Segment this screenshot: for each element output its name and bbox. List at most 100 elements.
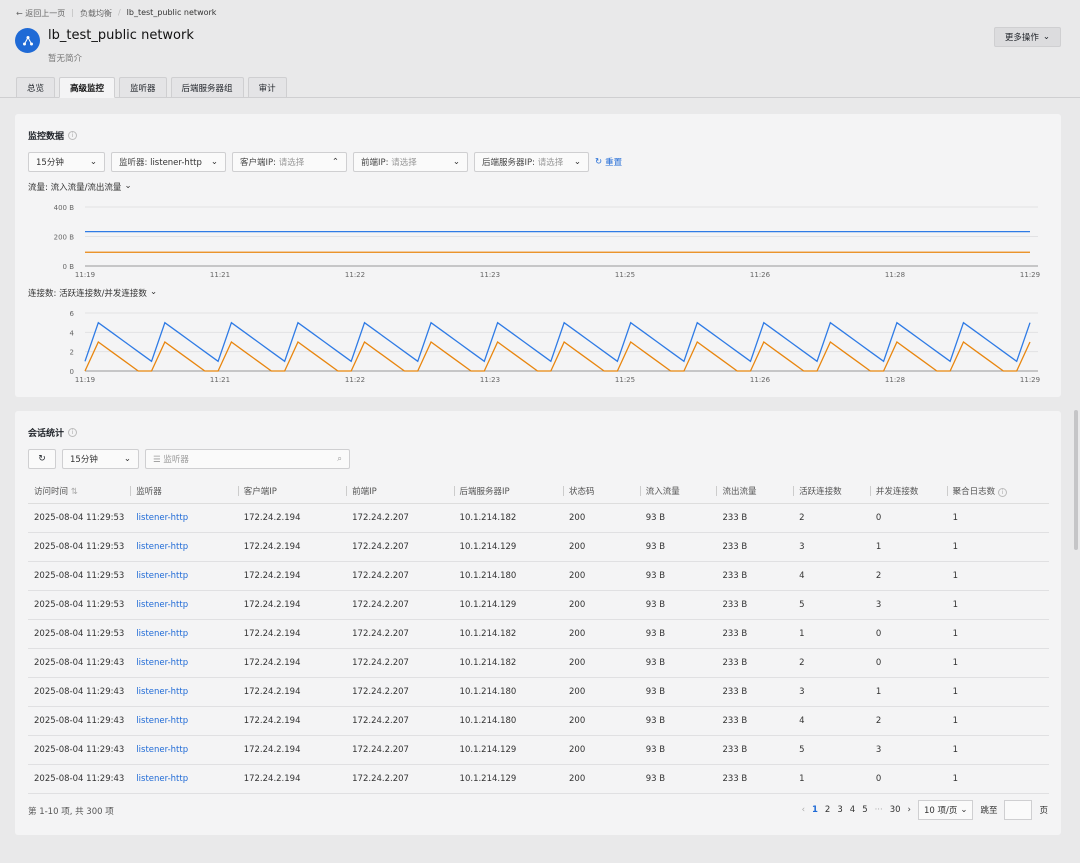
table-cell: 233 B [716, 561, 794, 591]
table-cell: 2025-08-04 11:29:43 [28, 677, 131, 707]
table-cell: 172.24.2.207 [346, 561, 454, 591]
table-cell: 200 [563, 706, 640, 736]
table-cell: 2025-08-04 11:29:53 [28, 619, 131, 649]
listener-link[interactable]: listener-http [130, 532, 238, 562]
table-cell: 10.1.214.129 [453, 764, 563, 794]
page-ellipsis[interactable]: ··· [875, 805, 883, 815]
table-cell: 10.1.214.182 [453, 648, 563, 678]
listener-search-input[interactable]: ☰ 监听器 ⌕ [145, 449, 350, 469]
listener-link[interactable]: listener-http [130, 619, 238, 649]
listener-link[interactable]: listener-http [130, 677, 238, 707]
table-cell: 10.1.214.180 [453, 677, 563, 707]
page-number[interactable]: 2 [825, 805, 830, 815]
table-cell: 200 [563, 619, 640, 649]
table-cell: 1 [946, 706, 1049, 736]
x-tick-label: 11:19 [75, 376, 95, 384]
table-cell: 200 [563, 561, 640, 591]
table-row: 2025-08-04 11:29:43 listener-http 172.24.2… [28, 677, 1049, 707]
page-number[interactable]: 30 [890, 805, 901, 815]
info-icon[interactable]: i [68, 428, 78, 437]
breadcrumb-parent[interactable]: 负载均衡 [80, 8, 112, 19]
x-tick-label: 11:28 [885, 271, 905, 279]
sort-icon[interactable]: ⇅ [68, 487, 78, 497]
table-cell: 172.24.2.194 [237, 503, 347, 533]
column-header[interactable]: 访问时间 ⇅ [28, 479, 131, 504]
jump-page-input[interactable] [1004, 800, 1033, 820]
reset-button[interactable]: ↻ 重置 [595, 156, 622, 168]
page-number[interactable]: 4 [850, 805, 855, 815]
time-range-select[interactable]: 15分钟 ⌄ [28, 152, 105, 172]
table-row: 2025-08-04 11:29:43 listener-http 172.24.2… [28, 735, 1049, 765]
page-number[interactable]: 5 [862, 805, 867, 815]
tab-audit[interactable]: 审计 [247, 77, 287, 98]
table-row: 2025-08-04 11:29:53 listener-http 172.24.2… [28, 503, 1049, 533]
table-cell: 233 B [716, 590, 794, 620]
x-tick-label: 11:29 [1020, 271, 1040, 279]
page-number[interactable]: 1 [812, 805, 818, 815]
listener-link[interactable]: listener-http [130, 764, 238, 794]
tab-overview[interactable]: 总览 [16, 77, 56, 98]
table-cell: 172.24.2.207 [346, 648, 454, 678]
total-count: 第 1-10 项, 共 300 项 [28, 807, 114, 817]
table-cell: 2025-08-04 11:29:43 [28, 648, 131, 678]
page-scrollbar[interactable] [1074, 410, 1078, 550]
tab-backend-groups[interactable]: 后端服务器组 [170, 77, 244, 98]
session-time-select[interactable]: 15分钟 ⌄ [62, 449, 139, 469]
table-cell: 1 [946, 561, 1049, 591]
table-row: 2025-08-04 11:29:53 listener-http 172.24.2… [28, 590, 1049, 620]
listener-link[interactable]: listener-http [130, 648, 238, 678]
table-cell: 172.24.2.207 [346, 735, 454, 765]
y-tick-label: 6 [70, 310, 75, 318]
column-header: 后端服务器IP [453, 479, 563, 504]
table-cell: 1 [869, 532, 947, 562]
connection-chart: 0 2 4 6 11:19 11:21 11:22 11:23 11:25 11:26 11:28 1… [70, 310, 1041, 384]
info-icon[interactable]: i [68, 131, 78, 140]
next-page-icon[interactable]: › [908, 805, 911, 815]
table-cell: 10.1.214.129 [453, 735, 563, 765]
chevron-down-icon: ⌄ [1042, 32, 1050, 42]
table-cell: 172.24.2.207 [346, 590, 454, 620]
prev-page-icon[interactable]: ‹ [802, 805, 805, 815]
column-header: 监听器 [130, 479, 238, 504]
table-cell: 172.24.2.207 [346, 619, 454, 649]
y-tick-label: 0 [70, 368, 74, 376]
table-cell: 10.1.214.182 [453, 503, 563, 533]
listener-link[interactable]: listener-http [130, 735, 238, 765]
table-cell: 0 [869, 503, 947, 533]
refresh-button[interactable]: ↻ [28, 449, 56, 469]
page-size-select[interactable]: 10 项/页 ⌄ [917, 800, 974, 820]
page-number[interactable]: 3 [837, 805, 842, 815]
x-tick-label: 11:22 [345, 271, 365, 279]
search-icon[interactable]: ⌕ [337, 454, 342, 464]
breadcrumb: ← 返回上一页 | 负载均衡 / lb_test_public network [16, 8, 217, 19]
table-cell: 172.24.2.194 [237, 706, 347, 736]
refresh-icon: ↻ [38, 454, 46, 464]
listener-link[interactable]: listener-http [130, 503, 238, 533]
info-icon[interactable]: i [998, 487, 1008, 497]
tab-advanced-monitor[interactable]: 高级监控 [59, 77, 116, 98]
more-actions-button[interactable]: 更多操作 ⌄ [993, 27, 1061, 47]
table-cell: 1 [946, 619, 1049, 649]
client-ip-select[interactable]: 客户端IP: 请选择 ⌃ [232, 152, 347, 172]
connection-metric-select[interactable]: 连接数: 活跃连接数/并发连接数 ⌄ [28, 287, 157, 299]
jump-label: 跳至 [980, 806, 998, 816]
breadcrumb-current: lb_test_public network [126, 8, 217, 17]
table-cell: 93 B [639, 735, 717, 765]
listener-link[interactable]: listener-http [130, 706, 238, 736]
tab-listeners[interactable]: 监听器 [119, 77, 167, 98]
table-cell: 233 B [716, 503, 794, 533]
table-row: 2025-08-04 11:29:53 listener-http 172.24.2… [28, 532, 1049, 562]
x-tick-label: 11:19 [75, 271, 95, 279]
x-tick-label: 11:29 [1020, 376, 1040, 384]
table-cell: 233 B [716, 706, 794, 736]
backend-ip-select[interactable]: 后端服务器IP: 请选择 ⌄ [474, 152, 589, 172]
listener-link[interactable]: listener-http [130, 590, 238, 620]
traffic-metric-select[interactable]: 流量: 流入流量/流出流量 ⌄ [28, 181, 132, 193]
table-cell: 10.1.214.180 [453, 561, 563, 591]
front-ip-select[interactable]: 前端IP: 请选择 ⌄ [353, 152, 468, 172]
listener-link[interactable]: listener-http [130, 561, 238, 591]
table-cell: 200 [563, 503, 640, 533]
table-row: 2025-08-04 11:29:53 listener-http 172.24.2… [28, 619, 1049, 649]
back-link[interactable]: ← 返回上一页 [16, 8, 65, 19]
listener-select[interactable]: 监听器: listener-http ⌄ [111, 152, 226, 172]
